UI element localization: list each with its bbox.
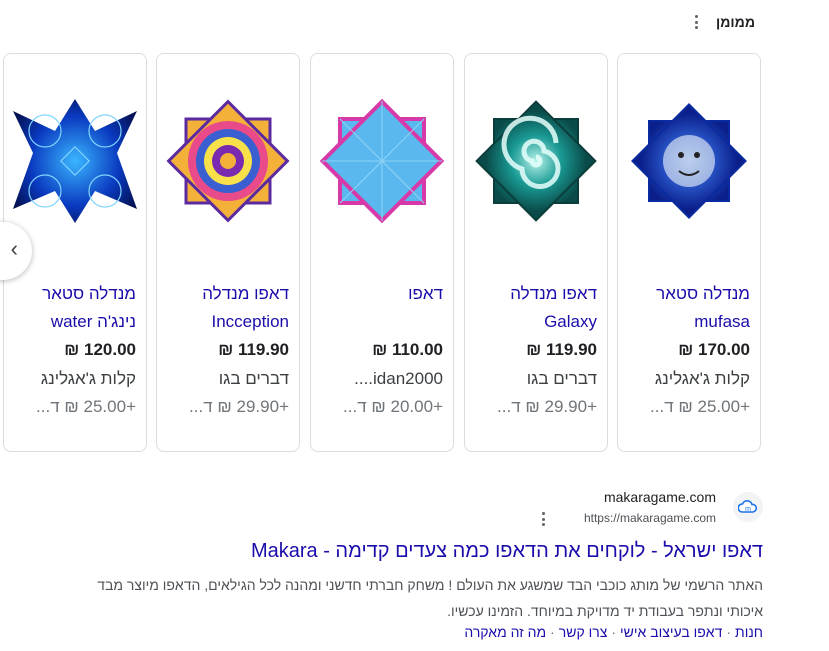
sitelink-separator: ·	[611, 624, 617, 640]
sponsored-label: ממומן	[716, 14, 755, 30]
sitelinks: חנות·דאפו בעיצוב אישי·צרו קשר·מה זה מאקר…	[464, 624, 763, 640]
product-merchant: קלות ג'אגלינג	[40, 369, 136, 388]
result-snippet: האתר הרשמי של מותג כוכבי הבד שמשגע את הע…	[97, 577, 763, 619]
product-title[interactable]: דאפו מנדלה Incception	[163, 280, 289, 336]
product-title[interactable]: מנדלה סטאר נינג'ה water	[10, 280, 136, 336]
product-shipping: +20.00 ₪ ד...	[343, 397, 443, 416]
product-merchant: דברים בגו	[526, 369, 597, 388]
chevron-left-icon: ‹	[10, 236, 18, 261]
product-shipping: +29.90 ₪ ד...	[497, 397, 597, 416]
product-price: 119.90 ₪	[526, 340, 597, 359]
svg-text:m: m	[745, 506, 751, 513]
blue-lion-star-kite-image	[618, 54, 760, 268]
product-title[interactable]: דאפו מנדלה Galaxy	[471, 280, 597, 336]
product-price: 119.90 ₪	[218, 340, 289, 359]
product-card[interactable]: דאפו מנדלה Incception 119.90 ₪ דברים בגו…	[156, 53, 300, 452]
product-shipping: +25.00 ₪ ד...	[36, 397, 136, 416]
light-blue-pink-star-kite-image	[311, 54, 453, 268]
product-shipping: +25.00 ₪ ד...	[650, 397, 750, 416]
result-options-icon[interactable]	[539, 512, 547, 526]
site-favicon-icon: m	[733, 492, 763, 522]
product-merchant: דברים בגו	[218, 369, 289, 388]
product-price: 170.00 ₪	[678, 340, 750, 359]
product-merchant: קלות ג'אגלינג	[654, 369, 750, 388]
sitelink-store[interactable]: חנות	[735, 624, 763, 640]
product-merchant: idan2000....	[354, 369, 443, 388]
sitelink-contact[interactable]: צרו קשר	[559, 624, 608, 640]
sitelink-separator: ·	[550, 624, 555, 640]
site-url[interactable]: https://makaragame.com	[584, 511, 716, 525]
sitelink-about[interactable]: מה זה מאקרה	[464, 624, 546, 640]
sitelink-separator: ·	[726, 624, 732, 640]
result-title-link[interactable]: דאפו ישראל - לוקחים את הדאפו כמה צעדים ק…	[251, 540, 763, 563]
sitelink-custom-design[interactable]: דאפו בעיצוב אישי	[620, 624, 722, 640]
product-price: 120.00 ₪	[64, 340, 136, 359]
product-price: 110.00 ₪	[372, 340, 443, 359]
site-name[interactable]: makaragame.com	[604, 489, 716, 505]
teal-spiral-star-kite-image	[465, 54, 607, 268]
product-title[interactable]: דאפו	[317, 280, 443, 308]
product-title[interactable]: מנדלה סטאר mufasa	[624, 280, 750, 336]
more-options-icon[interactable]	[690, 12, 702, 32]
psychedelic-spiral-star-kite-image	[157, 54, 299, 268]
product-card[interactable]: מנדלה סטאר mufasa 170.00 ₪ קלות ג'אגלינג…	[617, 53, 761, 452]
product-card[interactable]: דאפו מנדלה Galaxy 119.90 ₪ דברים בגו +29…	[464, 53, 608, 452]
product-shipping: +29.90 ₪ ד...	[189, 397, 289, 416]
product-card[interactable]: דאפו 110.00 ₪ idan2000.... +20.00 ₪ ד...	[310, 53, 454, 452]
